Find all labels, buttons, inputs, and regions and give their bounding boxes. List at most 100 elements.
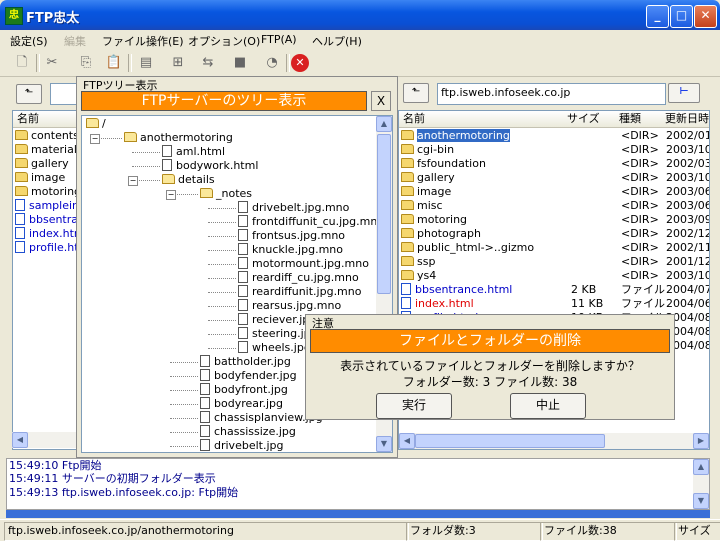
local-file-row[interactable]: contents (15, 129, 79, 143)
scroll-left-icon[interactable]: ◀ (399, 433, 415, 449)
tree-node[interactable]: / (86, 117, 106, 131)
scroll-thumb[interactable] (377, 134, 391, 294)
tree-node[interactable]: frontdiffunit_cu.jpg.mno (208, 215, 384, 229)
remote-file-row[interactable]: misc <DIR> 2003/06 (399, 199, 709, 213)
tree-node[interactable]: bodyrear.jpg (170, 397, 283, 411)
remote-address-field[interactable]: ftp.isweb.infoseek.co.jp (437, 83, 666, 105)
remote-col-size[interactable]: サイズ (563, 111, 620, 128)
local-file-name: profile.ht (29, 241, 79, 254)
remote-file-row[interactable]: anothermotoring <DIR> 2002/01 (399, 129, 709, 143)
tree-node[interactable]: aml.html (132, 145, 225, 159)
scroll-up-icon[interactable]: ▲ (693, 459, 709, 475)
scroll-left-icon[interactable]: ◀ (12, 432, 28, 448)
scroll-down-icon[interactable]: ▼ (693, 493, 709, 509)
menu-help[interactable]: ヘルプ(H) (312, 33, 362, 49)
scroll-up-icon[interactable]: ▲ (376, 116, 392, 132)
tree-connector (170, 376, 198, 377)
local-file-row[interactable]: material (15, 143, 77, 157)
menu-settings[interactable]: 設定(S) (10, 33, 48, 49)
tree-node[interactable]: battholder.jpg (170, 355, 291, 369)
folder-open-icon (124, 132, 137, 142)
timer-icon[interactable]: ◔ (262, 53, 282, 73)
paste-icon[interactable]: 📋 (104, 53, 124, 73)
local-file-list[interactable]: 名前 contents material gallery image motoring s… (12, 110, 82, 450)
tree-node[interactable]: rearsus.jpg.mno (208, 299, 341, 313)
maximize-button[interactable]: □ (670, 5, 693, 28)
remote-file-row[interactable]: photograph <DIR> 2002/12 (399, 227, 709, 241)
tree-node[interactable]: − details (128, 173, 215, 187)
remote-hscrollbar[interactable]: ◀ ▶ (399, 433, 709, 449)
remote-file-name: bbsentrance.html (415, 283, 513, 296)
menu-ftp[interactable]: FTP(A) (261, 33, 297, 46)
tree-node[interactable]: bodywork.html (132, 159, 258, 173)
folder-open-icon (162, 174, 175, 184)
tree-connector (170, 390, 198, 391)
remote-col-kind[interactable]: 種類 (615, 111, 666, 128)
menu-options[interactable]: オプション(O) (188, 33, 260, 49)
scroll-right-icon[interactable]: ▶ (693, 433, 709, 449)
close-window-button[interactable]: ✕ (694, 5, 717, 28)
copy-icon[interactable]: ⎘ (76, 53, 96, 73)
tree-node[interactable]: − anothermotoring (90, 131, 233, 145)
tree-node[interactable]: chassissize.jpg (170, 425, 296, 439)
local-file-row[interactable]: gallery (15, 157, 69, 171)
file-icon (238, 327, 248, 339)
local-file-row[interactable]: samplein (15, 199, 79, 213)
tree-close-button[interactable]: X (371, 91, 391, 111)
remote-file-row[interactable]: bbsentrance.html 2 KB ファイル 2004/07 (399, 283, 709, 297)
tree-icon[interactable]: ⊞ (168, 53, 188, 73)
execute-button[interactable]: 実行 (376, 393, 452, 419)
collapse-icon[interactable]: − (128, 176, 138, 186)
tree-node[interactable]: motormount.jpg.mno (208, 257, 369, 271)
remote-up-folder-button[interactable]: ⬑ (403, 83, 429, 103)
remote-file-row[interactable]: fsfoundation <DIR> 2002/03 (399, 157, 709, 171)
tree-node[interactable]: knuckle.jpg.mno (208, 243, 343, 257)
tree-view-icon[interactable]: ⊢ (668, 83, 700, 103)
cancel-button[interactable]: 中止 (510, 393, 586, 419)
tree-node[interactable]: reardiffunit.jpg.mno (208, 285, 361, 299)
local-col-name[interactable]: 名前 (13, 111, 81, 128)
tree-node[interactable]: − _notes (166, 187, 252, 201)
remote-col-date[interactable]: 更新日時 (661, 111, 709, 128)
remote-file-row[interactable]: image <DIR> 2003/06 (399, 185, 709, 199)
remote-file-row[interactable]: motoring <DIR> 2003/09 (399, 213, 709, 227)
file-icon (238, 285, 248, 297)
remote-file-row[interactable]: index.html 11 KB ファイル 2004/06 (399, 297, 709, 311)
menu-file-ops[interactable]: ファイル操作(E) (102, 33, 184, 49)
minimize-button[interactable]: _ (646, 5, 669, 28)
scroll-down-icon[interactable]: ▼ (376, 436, 392, 452)
local-up-folder-button[interactable]: ⬑ (16, 84, 42, 104)
disk-icon[interactable]: ■ (230, 53, 250, 73)
menu-edit[interactable]: 編集 (64, 33, 86, 49)
tree-node[interactable]: bodyfront.jpg (170, 383, 288, 397)
view-icon[interactable]: ▤ (136, 53, 156, 73)
tree-node[interactable]: frontsus.jpg.mno (208, 229, 345, 243)
remote-col-name[interactable]: 名前 (399, 111, 568, 128)
tree-node[interactable]: reardiff_cu.jpg.mno (208, 271, 359, 285)
remote-file-row[interactable]: public_html->..gizmo <DIR> 2002/11 (399, 241, 709, 255)
scroll-thumb[interactable] (415, 434, 605, 448)
local-file-row[interactable]: profile.ht (15, 241, 79, 255)
remote-file-row[interactable]: ys4 <DIR> 2003/10 (399, 269, 709, 283)
local-hscrollbar[interactable]: ◀ (12, 432, 82, 448)
tree-node[interactable]: bodyfender.jpg (170, 369, 297, 383)
new-icon[interactable]: 🗋 (12, 53, 32, 73)
remote-file-name: image (417, 185, 452, 198)
collapse-icon[interactable]: − (166, 190, 176, 200)
local-file-row[interactable]: image (15, 171, 65, 185)
cut-icon[interactable]: ✂ (42, 53, 62, 73)
collapse-icon[interactable]: − (90, 134, 100, 144)
local-file-row[interactable]: motoring (15, 185, 81, 199)
local-file-row[interactable]: bbsentra (15, 213, 78, 227)
stop-icon[interactable]: ✕ (291, 54, 309, 72)
tree-node-label: battholder.jpg (214, 355, 291, 368)
remote-file-row[interactable]: gallery <DIR> 2003/10 (399, 171, 709, 185)
tree-node[interactable]: drivebelt.jpg (170, 439, 283, 452)
tree-node[interactable]: wheels.jpg (208, 341, 311, 355)
log-vscrollbar[interactable]: ▲ ▼ (693, 459, 709, 509)
connect-icon[interactable]: ⇆ (198, 53, 218, 73)
remote-file-row[interactable]: ssp <DIR> 2001/12 (399, 255, 709, 269)
remote-file-row[interactable]: cgi-bin <DIR> 2003/10 (399, 143, 709, 157)
local-file-row[interactable]: index.htm (15, 227, 81, 241)
tree-node[interactable]: drivebelt.jpg.mno (208, 201, 349, 215)
